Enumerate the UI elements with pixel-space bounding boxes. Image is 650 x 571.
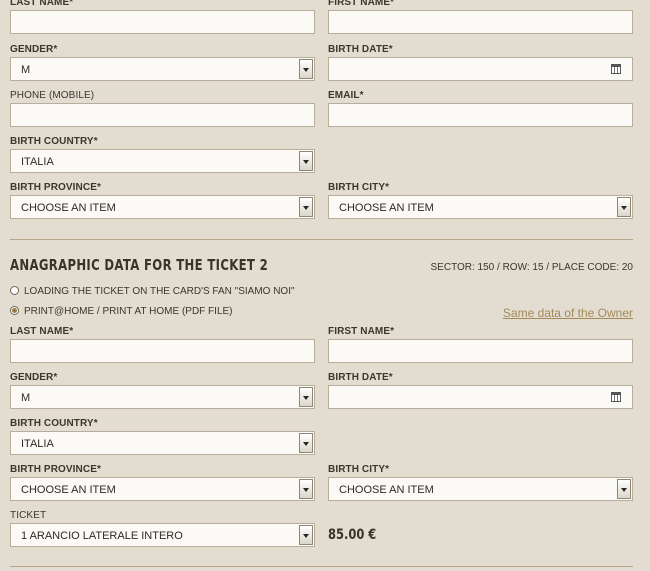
radio-button[interactable] (10, 286, 19, 295)
chevron-down-icon[interactable] (617, 197, 631, 217)
ticket-form: LAST NAME* FIRST NAME* GENDER* BIRTH DAT… (10, 0, 633, 571)
ticket2-birth-city-value: CHOOSE AN ITEM (339, 484, 434, 496)
owner-birth-province-label: BIRTH PROVINCE* (10, 182, 101, 193)
calendar-icon[interactable] (611, 64, 621, 74)
chevron-down-icon[interactable] (299, 433, 313, 453)
owner-last-name-input[interactable] (10, 10, 315, 34)
ticket2-birth-country-select[interactable]: ITALIA (10, 431, 315, 455)
ticket2-birth-country-label: BIRTH COUNTRY* (10, 418, 98, 429)
owner-phone-label: PHONE (MOBILE) (10, 90, 95, 101)
owner-birth-city-select[interactable]: CHOOSE AN ITEM (328, 195, 633, 219)
owner-first-name-input[interactable] (328, 10, 633, 34)
ticket2-title: ANAGRAPHIC DATA FOR THE TICKET 2 (10, 256, 269, 274)
chevron-down-icon[interactable] (299, 525, 313, 545)
owner-gender-value: M (21, 64, 31, 76)
owner-phone-input[interactable] (10, 103, 315, 127)
owner-birth-province-select[interactable]: CHOOSE AN ITEM (10, 195, 315, 219)
ticket2-first-name-input[interactable] (328, 339, 633, 363)
owner-birth-country-label: BIRTH COUNTRY* (10, 136, 98, 147)
ticket2-gender-select[interactable]: M (10, 385, 315, 409)
owner-birth-province-value: CHOOSE AN ITEM (21, 202, 116, 214)
ticket2-gender-label: GENDER* (10, 372, 58, 383)
ticket2-option-fan-card-label: LOADING THE TICKET ON THE CARD'S FAN "SI… (24, 286, 295, 297)
owner-birth-date-input[interactable] (328, 57, 633, 81)
owner-birth-city-value: CHOOSE AN ITEM (339, 202, 434, 214)
ticket2-ticket-select[interactable]: 1 ARANCIO LATERALE INTERO (10, 523, 315, 547)
ticket2-birth-province-label: BIRTH PROVINCE* (10, 464, 101, 475)
chevron-down-icon[interactable] (299, 387, 313, 407)
ticket2-birth-date-label: BIRTH DATE* (328, 372, 393, 383)
ticket2-last-name-label: LAST NAME* (10, 326, 74, 337)
owner-gender-label: GENDER* (10, 44, 58, 55)
ticket2-birth-province-select[interactable]: CHOOSE AN ITEM (10, 477, 315, 501)
owner-last-name-label: LAST NAME* (10, 0, 74, 8)
owner-first-name-label: FIRST NAME* (328, 0, 395, 8)
ticket2-birth-country-value: ITALIA (21, 438, 54, 450)
ticket2-birth-date-input[interactable] (328, 385, 633, 409)
chevron-down-icon[interactable] (299, 197, 313, 217)
chevron-down-icon[interactable] (299, 59, 313, 79)
section-divider (10, 239, 633, 240)
owner-birth-date-label: BIRTH DATE* (328, 44, 393, 55)
calendar-icon[interactable] (611, 392, 621, 402)
ticket2-birth-city-label: BIRTH CITY* (328, 464, 390, 475)
ticket2-sector-info: SECTOR: 150 / ROW: 15 / PLACE CODE: 20 (430, 262, 633, 273)
ticket2-price: 85.00 € (328, 527, 377, 543)
owner-birth-country-value: ITALIA (21, 156, 54, 168)
ticket2-gender-value: M (21, 392, 31, 404)
ticket2-birth-province-value: CHOOSE AN ITEM (21, 484, 116, 496)
owner-email-input[interactable] (328, 103, 633, 127)
ticket2-option-print-home[interactable]: PRINT@HOME / PRINT AT HOME (PDF FILE) (10, 306, 233, 317)
chevron-down-icon[interactable] (299, 151, 313, 171)
ticket2-birth-city-select[interactable]: CHOOSE AN ITEM (328, 477, 633, 501)
chevron-down-icon[interactable] (617, 479, 631, 499)
ticket2-option-fan-card[interactable]: LOADING THE TICKET ON THE CARD'S FAN "SI… (10, 286, 295, 297)
owner-birth-city-label: BIRTH CITY* (328, 182, 390, 193)
ticket2-last-name-input[interactable] (10, 339, 315, 363)
chevron-down-icon[interactable] (299, 479, 313, 499)
ticket2-option-print-home-label: PRINT@HOME / PRINT AT HOME (PDF FILE) (24, 306, 233, 317)
owner-birth-country-select[interactable]: ITALIA (10, 149, 315, 173)
same-data-owner-link[interactable]: Same data of the Owner (503, 306, 633, 320)
ticket2-ticket-value: 1 ARANCIO LATERALE INTERO (21, 530, 183, 542)
radio-button-checked[interactable] (10, 306, 19, 315)
section-divider-bottom (10, 566, 633, 567)
owner-email-label: EMAIL* (328, 90, 364, 101)
owner-gender-select[interactable]: M (10, 57, 315, 81)
ticket2-ticket-label: TICKET (10, 510, 47, 521)
ticket2-first-name-label: FIRST NAME* (328, 326, 395, 337)
